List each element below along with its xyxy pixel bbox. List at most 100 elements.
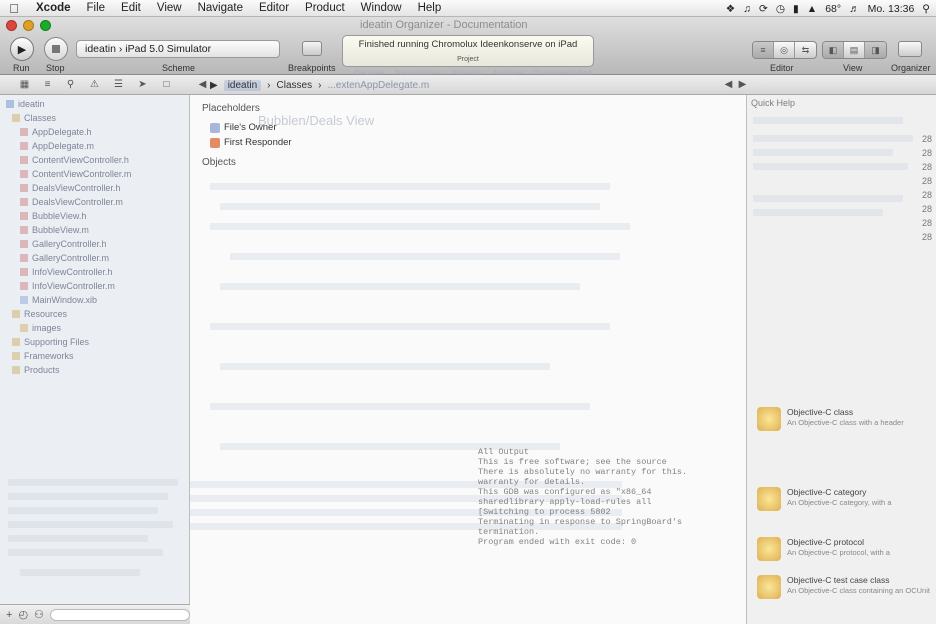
project-navigator: ideatin Classes AppDelegate.h AppDelegat…	[0, 95, 190, 606]
header-file-icon	[20, 240, 28, 248]
debug-navigator-icon[interactable]: ☰	[112, 78, 125, 91]
file-row[interactable]: GalleryController.m	[0, 253, 189, 264]
scheme-selector[interactable]: ideatin › iPad 5.0 Simulator	[76, 40, 280, 58]
file-row[interactable]: InfoViewController.m	[0, 281, 189, 292]
line-number: 28	[922, 134, 933, 144]
wifi-icon[interactable]: ▲	[807, 3, 817, 15]
volume-icon[interactable]: ♬	[849, 3, 860, 15]
jumpbar-folder[interactable]: Classes	[277, 80, 313, 91]
sync-icon[interactable]: ⟳	[759, 3, 768, 15]
stop-button[interactable]	[44, 37, 68, 61]
menu-file[interactable]: File	[79, 2, 114, 14]
file-row[interactable]: DealsViewController.h	[0, 183, 189, 194]
file-row[interactable]: Supporting Files	[0, 337, 189, 348]
file-row[interactable]: Classes	[0, 113, 189, 124]
console-line: [Switching to process 5802	[478, 507, 611, 517]
filter-icon[interactable]: ⚇	[34, 608, 44, 621]
source-file-icon	[20, 254, 28, 262]
library-item[interactable]: Objective-C test case class An Objective…	[757, 573, 930, 601]
first-responder-item[interactable]: First Responder	[210, 137, 292, 148]
ghost-row	[8, 479, 178, 486]
console-line: This GDB was configured as "x86_64	[478, 487, 652, 497]
library-item[interactable]: Objective-C protocol An Objective-C prot…	[757, 535, 929, 563]
menu-view[interactable]: View	[149, 2, 190, 14]
file-row[interactable]: GalleryController.h	[0, 239, 189, 250]
navigator-filter-field[interactable]	[49, 608, 190, 621]
file-row[interactable]: ContentViewController.h	[0, 155, 189, 166]
clock-label[interactable]: Mo. 13:36	[868, 3, 915, 15]
version-editor-button[interactable]: ⇆	[795, 42, 816, 58]
source-file-icon	[20, 226, 28, 234]
stop-icon	[52, 45, 60, 53]
spotlight-icon[interactable]: ⚲	[922, 3, 930, 15]
file-row[interactable]: Resources	[0, 309, 189, 320]
file-row[interactable]: AppDelegate.m	[0, 141, 189, 152]
dropbox-icon[interactable]: ❖	[726, 3, 735, 15]
recent-files-icon[interactable]: ◴	[18, 608, 28, 621]
folder-icon	[12, 310, 20, 318]
back-arrow-icon[interactable]: ◀	[196, 78, 209, 91]
menu-xcode[interactable]: Xcode	[28, 2, 79, 14]
file-row[interactable]: AppDelegate.h	[0, 127, 189, 138]
next-issue-icon[interactable]: ▶	[736, 78, 749, 91]
library-item-title: Objective-C category	[787, 487, 867, 497]
log-navigator-icon[interactable]: □	[160, 78, 173, 91]
zoom-window-button[interactable]	[40, 20, 51, 31]
editor-mode-control: ≡ ◎ ⇆	[752, 41, 817, 59]
menu-edit[interactable]: Edit	[113, 2, 149, 14]
file-row[interactable]: Products	[0, 365, 189, 376]
file-row[interactable]: ideatin	[0, 99, 189, 110]
header-file-icon	[20, 268, 28, 276]
debug-console[interactable]: All Output This is free software; see th…	[478, 447, 748, 607]
view-title-ghost: Bubblen/Deals View	[258, 113, 375, 128]
folder-icon[interactable]: ▦	[18, 78, 31, 91]
add-icon[interactable]: +	[6, 609, 12, 621]
time-machine-icon[interactable]: ◷	[776, 3, 785, 15]
temperature-label[interactable]: 68°	[825, 3, 841, 15]
toggle-debug-area-button[interactable]: ▤	[844, 42, 865, 58]
file-row[interactable]: MainWindow.xib	[0, 295, 189, 306]
ghost-row	[8, 507, 158, 514]
library-item-description: An Objective-C category, with a	[787, 498, 892, 507]
menu-product[interactable]: Product	[297, 2, 353, 14]
ghost-row	[20, 569, 140, 576]
file-row[interactable]: Frameworks	[0, 351, 189, 362]
source-file-icon	[20, 198, 28, 206]
test-case-template-icon	[757, 575, 781, 599]
music-icon[interactable]: ♫	[743, 3, 751, 15]
jumpbar-project[interactable]: ideatin	[223, 79, 262, 91]
menu-navigate[interactable]: Navigate	[190, 2, 251, 14]
breakpoints-button[interactable]	[302, 41, 322, 56]
search-icon[interactable]: ⚲	[64, 78, 77, 91]
menu-window[interactable]: Window	[353, 2, 410, 14]
file-row[interactable]: ContentViewController.m	[0, 169, 189, 180]
forward-arrow-icon[interactable]: ▶	[210, 80, 218, 91]
apple-menu-icon[interactable]: 	[0, 1, 28, 16]
file-row[interactable]: DealsViewController.m	[0, 197, 189, 208]
organizer-button[interactable]	[898, 41, 922, 57]
console-line: Terminating in response to SpringBoard's	[478, 517, 683, 527]
library-item[interactable]: Objective-C class An Objective-C class w…	[757, 405, 929, 433]
assistant-editor-button[interactable]: ◎	[774, 42, 795, 58]
jumpbar-file[interactable]: ...extenAppDelegate.m	[327, 80, 429, 91]
standard-editor-button[interactable]: ≡	[753, 42, 774, 58]
ghost-code-line	[210, 183, 610, 190]
minimize-window-button[interactable]	[23, 20, 34, 31]
library-item[interactable]: Objective-C category An Objective-C cate…	[757, 485, 929, 513]
menu-editor[interactable]: Editor	[251, 2, 297, 14]
issue-navigator-icon[interactable]: ⚠	[88, 78, 101, 91]
file-row[interactable]: InfoViewController.h	[0, 267, 189, 278]
file-row[interactable]: BubbleView.h	[0, 211, 189, 222]
close-window-button[interactable]	[6, 20, 17, 31]
breakpoint-navigator-icon[interactable]: ➤	[136, 78, 149, 91]
battery-icon[interactable]: ▮	[793, 3, 799, 15]
file-row[interactable]: images	[0, 323, 189, 334]
toggle-navigator-button[interactable]: ◧	[823, 42, 844, 58]
toggle-utilities-button[interactable]: ◨	[865, 42, 886, 58]
previous-issue-icon[interactable]: ◀	[722, 78, 735, 91]
file-row[interactable]: BubbleView.m	[0, 225, 189, 236]
symbol-navigator-icon[interactable]: ≡	[41, 78, 54, 91]
ghost-code-line	[220, 203, 600, 210]
menu-help[interactable]: Help	[410, 2, 450, 14]
run-button[interactable]: ▶	[10, 37, 34, 61]
